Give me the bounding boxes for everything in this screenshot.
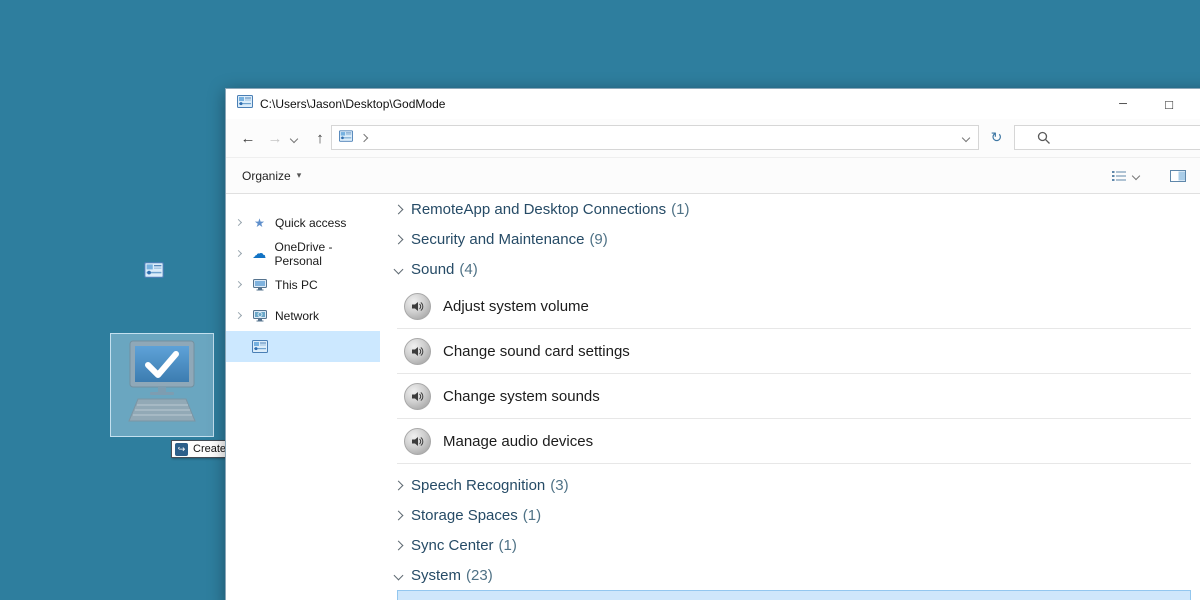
address-dropdown-button[interactable] [955, 127, 977, 148]
navigation-bar: ← → ↑ ↻ [226, 119, 1200, 158]
change-view-button[interactable] [1112, 166, 1141, 186]
group-count: (23) [466, 566, 493, 584]
speaker-icon [404, 383, 431, 410]
task-label: Adjust system volume [443, 298, 589, 315]
task-row-system-sounds[interactable]: Change system sounds [391, 374, 1191, 419]
onedrive-cloud-icon: ☁ [252, 245, 267, 261]
group-header-sync[interactable]: Sync Center (1) [391, 530, 1191, 560]
search-icon [1037, 131, 1051, 150]
back-button[interactable]: ← [234, 126, 262, 150]
address-bar[interactable] [331, 125, 979, 150]
sidebar-item-label: OneDrive - Personal [274, 239, 333, 268]
group-header-remoteapp[interactable]: RemoteApp and Desktop Connections (1) [391, 194, 1191, 224]
toolbar: Organize ▾ [226, 158, 1200, 194]
group-count: (3) [550, 476, 569, 494]
group-header-system[interactable]: System (23) [391, 560, 1191, 590]
group-name: RemoteApp and Desktop Connections [411, 200, 667, 218]
breadcrumb-chevron-icon[interactable] [359, 133, 369, 142]
task-label: Change system sounds [443, 388, 600, 405]
preview-pane-icon [1170, 170, 1186, 182]
maximize-button[interactable]: □ [1146, 89, 1192, 119]
group-name: Sound [411, 260, 455, 278]
group-name: Speech Recognition [411, 476, 546, 494]
chevron-down-icon [1131, 171, 1141, 181]
organize-label: Organize [242, 168, 291, 183]
details-view-icon [1112, 171, 1126, 181]
group-name: System [411, 566, 462, 584]
group-count: (9) [589, 230, 608, 248]
group-count: (1) [671, 200, 690, 218]
speaker-icon [404, 293, 431, 320]
task-row-sound-card[interactable]: Change sound card settings [391, 329, 1191, 374]
group-count: (1) [522, 506, 542, 524]
chevron-right-icon [393, 510, 404, 520]
group-header-speech[interactable]: Speech Recognition (3) [391, 470, 1191, 500]
group-name: Security and Maintenance [411, 230, 585, 248]
recent-locations-chevron-icon[interactable] [289, 134, 299, 144]
explorer-window: C:\Users\Jason\Desktop\GodMode ─ □ ← → ↑ [225, 88, 1200, 600]
create-link-icon: ↪ [175, 442, 188, 456]
items-view: RemoteApp and Desktop Connections (1) Se… [391, 194, 1191, 600]
expand-chevron-icon[interactable] [234, 218, 243, 227]
speaker-icon [404, 338, 431, 365]
task-row-audio-devices[interactable]: Manage audio devices [391, 419, 1191, 464]
this-pc-check-icon [128, 340, 196, 422]
chevron-right-icon [393, 480, 404, 490]
selected-task-row-partial[interactable] [397, 590, 1191, 600]
expand-chevron-icon[interactable] [234, 311, 243, 320]
expand-chevron-icon[interactable] [234, 280, 243, 289]
desktop: ↪ Create link in Desktop C:\Users\Jason\… [0, 0, 1200, 600]
chevron-right-icon [393, 204, 404, 214]
chevron-right-icon [393, 234, 404, 244]
quick-access-star-icon: ★ [254, 215, 265, 230]
chevron-down-icon [961, 133, 971, 142]
chevron-down-icon [393, 264, 404, 274]
group-header-sound[interactable]: Sound (4) [391, 254, 1191, 284]
organize-caret-icon: ▾ [296, 170, 302, 180]
forward-button[interactable]: → [263, 126, 287, 150]
network-icon [251, 309, 268, 322]
minimize-button[interactable]: ─ [1100, 89, 1146, 119]
refresh-button[interactable]: ↻ [983, 125, 1010, 150]
sidebar-item-this-pc[interactable]: This PC [226, 269, 380, 300]
group-name: Storage Spaces [411, 506, 518, 524]
godmode-address-icon [339, 129, 353, 147]
desktop-drop-highlight [110, 333, 214, 437]
this-pc-monitor-icon [251, 278, 268, 291]
navigation-pane: ★ Quick access ☁ OneDrive - Personal Thi… [226, 194, 380, 362]
task-label: Manage audio devices [443, 433, 594, 450]
godmode-window-icon [237, 95, 253, 113]
sidebar-item-godmode[interactable] [226, 331, 380, 362]
preview-pane-button[interactable] [1170, 166, 1186, 186]
titlebar[interactable]: C:\Users\Jason\Desktop\GodMode ─ □ [226, 89, 1200, 119]
search-box[interactable] [1014, 125, 1200, 150]
chevron-down-icon [393, 570, 404, 580]
sidebar-item-label: This PC [275, 277, 318, 292]
godmode-drag-ghost-icon [144, 262, 164, 283]
group-count: (4) [459, 260, 478, 278]
group-header-security[interactable]: Security and Maintenance (9) [391, 224, 1191, 254]
group-name: Sync Center [411, 536, 494, 554]
organize-button[interactable]: Organize ▾ [242, 169, 301, 183]
up-button[interactable]: ↑ [308, 126, 332, 150]
sidebar-item-quick-access[interactable]: ★ Quick access [226, 207, 380, 238]
group-header-storage[interactable]: Storage Spaces (1) [391, 500, 1191, 530]
speaker-icon [404, 428, 431, 455]
expand-chevron-icon[interactable] [234, 249, 243, 258]
sidebar-item-onedrive[interactable]: ☁ OneDrive - Personal [226, 238, 380, 269]
sidebar-item-label: Quick access [275, 215, 347, 230]
task-label: Change sound card settings [443, 343, 630, 360]
sidebar-item-label: Network [275, 308, 320, 323]
window-body: ★ Quick access ☁ OneDrive - Personal Thi… [226, 194, 1200, 600]
chevron-right-icon [393, 540, 404, 550]
task-row-adjust-volume[interactable]: Adjust system volume [391, 284, 1191, 329]
group-count: (1) [498, 536, 517, 554]
window-title: C:\Users\Jason\Desktop\GodMode [260, 97, 446, 111]
sidebar-item-network[interactable]: Network [226, 300, 380, 331]
godmode-icon [251, 340, 268, 353]
